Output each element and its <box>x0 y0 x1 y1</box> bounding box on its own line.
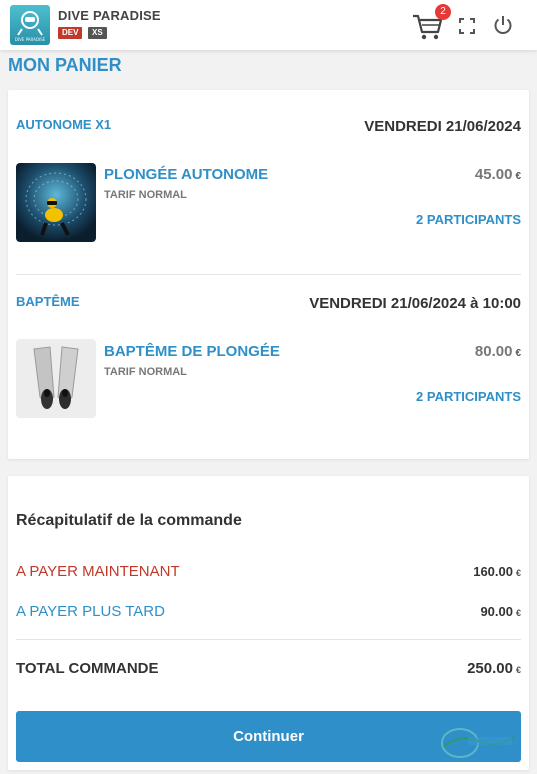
page-title: MON PANIER <box>8 55 122 75</box>
power-icon <box>494 16 512 34</box>
diver-photo-icon <box>16 163 96 242</box>
size-badge: XS <box>88 27 107 39</box>
cart-card: AUTONOME X1 VENDREDI 21/06/2024 PLONGÉE … <box>8 90 529 459</box>
top-bar: DIVE PARADISE DIVE PARADISE DEV XS 2 <box>0 0 537 50</box>
fins-photo-icon <box>16 339 96 418</box>
cart-section-title: BAPTÊME <box>16 294 80 309</box>
app-logo[interactable]: DIVE PARADISE <box>10 5 50 45</box>
pay-now-label: A PAYER MAINTENANT <box>16 563 180 580</box>
item-name: BAPTÊME DE PLONGÉE <box>104 343 280 360</box>
item-image[interactable] <box>16 163 96 242</box>
item-image[interactable] <box>16 339 96 418</box>
item-price: 80.00 € <box>475 343 521 360</box>
total-label: TOTAL COMMANDE <box>16 660 159 677</box>
total-amount: 250.00 <box>467 660 513 677</box>
pay-now-amount: 160.00 <box>473 564 513 579</box>
item-tarif: TARIF NORMAL <box>104 189 187 201</box>
env-badge: DEV <box>58 27 83 39</box>
cart-count-badge: 2 <box>435 4 451 20</box>
currency-symbol: € <box>515 665 521 675</box>
currency-symbol: € <box>515 171 521 182</box>
pay-later-label: A PAYER PLUS TARD <box>16 603 165 620</box>
cart-section-date: VENDREDI 21/06/2024 <box>364 118 521 135</box>
section-divider <box>16 274 521 275</box>
item-name: PLONGÉE AUTONOME <box>104 166 269 183</box>
logout-button[interactable] <box>492 14 514 36</box>
item-participants[interactable]: 2 PARTICIPANTS <box>416 212 521 227</box>
currency-symbol: € <box>515 608 521 618</box>
cart-section-date: VENDREDI 21/06/2024 à 10:00 <box>309 295 521 312</box>
fullscreen-button[interactable] <box>458 17 476 35</box>
item-tarif: TARIF NORMAL <box>104 366 187 378</box>
fullscreen-icon <box>459 18 475 34</box>
app-name: DIVE PARADISE <box>58 8 161 23</box>
summary-divider <box>16 639 521 640</box>
currency-symbol: € <box>515 568 521 578</box>
item-participants[interactable]: 2 PARTICIPANTS <box>416 389 521 404</box>
price-value: 80.00 <box>474 343 513 360</box>
cart-section-title: AUTONOME X1 <box>16 117 112 132</box>
watermark-logo-icon <box>441 728 515 758</box>
pay-later-value: 90.00 € <box>480 604 521 619</box>
logo-text: DIVE PARADISE <box>14 37 46 42</box>
currency-symbol: € <box>515 348 521 359</box>
price-value: 45.00 <box>474 166 513 183</box>
pay-now-value: 160.00 € <box>473 564 521 579</box>
pay-later-amount: 90.00 <box>480 604 513 619</box>
item-price: 45.00 € <box>475 166 521 183</box>
total-value: 250.00 € <box>467 660 521 677</box>
summary-title: Récapitulatif de la commande <box>16 512 242 529</box>
